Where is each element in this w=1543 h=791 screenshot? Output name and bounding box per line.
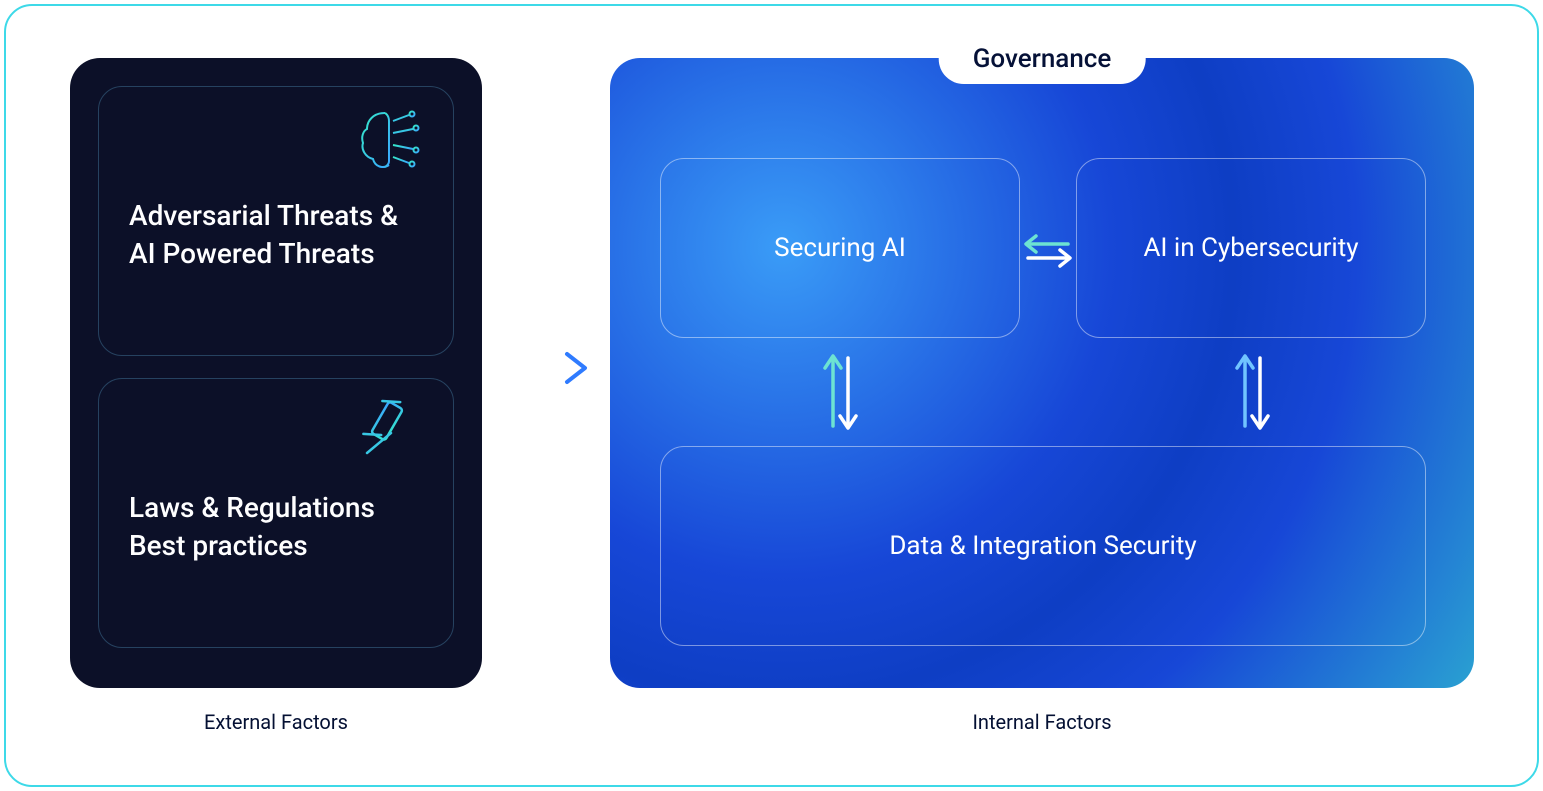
governance-badge: Governance bbox=[939, 34, 1146, 84]
card-data-integration-security: Data & Integration Security bbox=[660, 446, 1426, 646]
card-label: AI in Cybersecurity bbox=[1143, 233, 1358, 263]
card-securing-ai: Securing AI bbox=[660, 158, 1020, 338]
arrow-bidirectional-horizontal-icon bbox=[1022, 228, 1074, 272]
arrow-bidirectional-vertical-icon bbox=[1230, 348, 1274, 436]
arrow-bidirectional-vertical-icon bbox=[818, 348, 862, 436]
arrow-right-icon bbox=[497, 348, 595, 388]
external-card-laws: Laws & Regulations Best practices bbox=[98, 378, 454, 648]
internal-factors-label: Internal Factors bbox=[610, 710, 1474, 734]
external-factors-panel: Adversarial Threats & AI Powered Threats… bbox=[70, 58, 482, 688]
card-label: Data & Integration Security bbox=[889, 531, 1196, 561]
ai-brain-icon bbox=[355, 105, 427, 177]
external-card-threats: Adversarial Threats & AI Powered Threats bbox=[98, 86, 454, 356]
card-ai-in-cybersecurity: AI in Cybersecurity bbox=[1076, 158, 1426, 338]
gavel-icon bbox=[355, 397, 427, 469]
internal-factors-panel: Governance Securing AI AI in Cybersecuri… bbox=[610, 58, 1474, 688]
external-card-title: Adversarial Threats & AI Powered Threats bbox=[129, 197, 429, 273]
external-card-title: Laws & Regulations Best practices bbox=[129, 489, 429, 565]
card-label: Securing AI bbox=[774, 233, 906, 263]
external-factors-label: External Factors bbox=[70, 710, 482, 734]
